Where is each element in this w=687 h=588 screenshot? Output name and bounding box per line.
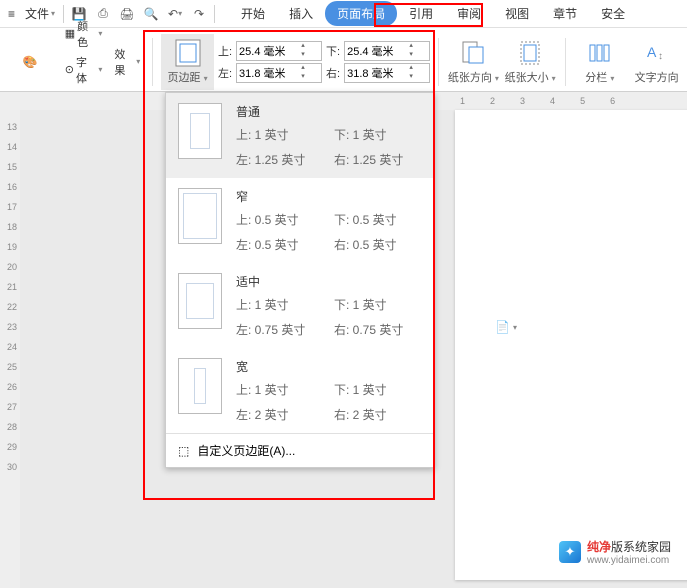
- spin-up-icon[interactable]: ▴: [405, 42, 417, 51]
- margin-left-label: 左:: [218, 65, 232, 81]
- file-menu[interactable]: 文件 ▾: [21, 5, 59, 22]
- separator: [214, 5, 215, 23]
- tab-插入[interactable]: 插入: [277, 1, 325, 26]
- watermark: ✦ 纯净版系统家园 www.yidaimei.com: [559, 538, 671, 566]
- preset-bottom: 下: 1 英寸: [334, 381, 422, 398]
- preset-icon: [178, 103, 222, 159]
- margin-top-label: 上:: [218, 43, 232, 59]
- spin-down-icon[interactable]: ▾: [405, 51, 417, 60]
- spin-up-icon[interactable]: ▴: [297, 42, 309, 51]
- margin-right-label: 右:: [326, 65, 340, 81]
- theme-color-button[interactable]: ▦ 颜色 ▾: [61, 17, 107, 51]
- preset-top: 上: 0.5 英寸: [236, 211, 324, 228]
- margin-preset-narrow[interactable]: 窄 上: 0.5 英寸 下: 0.5 英寸 左: 0.5 英寸 右: 0.5 英…: [166, 178, 434, 263]
- color-swatch-icon: ▦: [65, 27, 75, 40]
- custom-margins-button[interactable]: ⬚自定义页边距(A)...: [166, 433, 434, 467]
- preset-icon: [178, 188, 222, 244]
- preset-bottom: 下: 1 英寸: [334, 126, 422, 143]
- preset-icon: [178, 358, 222, 414]
- palette-icon: 🎨: [16, 48, 44, 76]
- spin-up-icon[interactable]: ▴: [405, 64, 417, 73]
- theme-font-button[interactable]: ⊙ 字体 ▾: [61, 53, 107, 87]
- tab-安全[interactable]: 安全: [589, 1, 637, 26]
- main-tabs: 开始插入页面布局引用审阅视图章节安全: [229, 1, 637, 26]
- preset-left: 左: 0.5 英寸: [236, 236, 324, 253]
- margin-preset-moderate[interactable]: 适中 上: 1 英寸 下: 1 英寸 左: 0.75 英寸 右: 0.75 英寸: [166, 263, 434, 348]
- preset-right: 右: 1.25 英寸: [334, 151, 422, 168]
- tab-审阅[interactable]: 审阅: [445, 1, 493, 26]
- document-page[interactable]: 📄▾: [455, 110, 687, 580]
- spin-down-icon[interactable]: ▾: [405, 73, 417, 82]
- margin-value-inputs: 上: ▴▾ 下: ▴▾ 左: ▴▾ 右: ▴▾: [218, 41, 430, 83]
- preset-right: 右: 0.5 英寸: [334, 236, 422, 253]
- paper-size-icon: [516, 39, 544, 67]
- preset-left: 左: 0.75 英寸: [236, 321, 324, 338]
- preset-top: 上: 1 英寸: [236, 296, 324, 313]
- preset-top: 上: 1 英寸: [236, 126, 324, 143]
- preset-left: 左: 2 英寸: [236, 406, 324, 423]
- svg-text:A: A: [647, 44, 657, 60]
- spin-down-icon[interactable]: ▾: [297, 51, 309, 60]
- preset-bottom: 下: 0.5 英寸: [334, 211, 422, 228]
- margin-bottom-input[interactable]: ▴▾: [344, 41, 430, 61]
- tab-引用[interactable]: 引用: [397, 1, 445, 26]
- print-icon[interactable]: 🖨: [116, 3, 138, 25]
- tab-开始[interactable]: 开始: [229, 1, 277, 26]
- preset-right: 右: 0.75 英寸: [334, 321, 422, 338]
- preset-bottom: 下: 1 英寸: [334, 296, 422, 313]
- preset-title: 适中: [236, 273, 422, 290]
- spin-up-icon[interactable]: ▴: [297, 64, 309, 73]
- tab-视图[interactable]: 视图: [493, 1, 541, 26]
- preset-left: 左: 1.25 英寸: [236, 151, 324, 168]
- separator: [438, 38, 439, 86]
- margin-preset-wide[interactable]: 宽 上: 1 英寸 下: 1 英寸 左: 2 英寸 右: 2 英寸: [166, 348, 434, 433]
- orientation-icon: [459, 39, 487, 67]
- tab-页面布局[interactable]: 页面布局: [325, 1, 397, 26]
- page-icon: 📄: [495, 320, 510, 334]
- margin-left-input[interactable]: ▴▾: [236, 63, 322, 83]
- theme-palette-button[interactable]: 🎨: [4, 34, 57, 90]
- columns-button[interactable]: 分栏 ▾: [573, 34, 626, 90]
- page-margins-button[interactable]: 页边距 ▾: [161, 34, 214, 90]
- watermark-logo-icon: ✦: [559, 541, 581, 563]
- hamburger-menu[interactable]: ≡: [4, 7, 19, 21]
- spin-down-icon[interactable]: ▾: [297, 73, 309, 82]
- preset-right: 右: 2 英寸: [334, 406, 422, 423]
- tab-章节[interactable]: 章节: [541, 1, 589, 26]
- preset-icon: [178, 273, 222, 329]
- margin-right-input[interactable]: ▴▾: [344, 63, 430, 83]
- margins-icon: [174, 39, 202, 67]
- separator: [565, 38, 566, 86]
- redo-icon[interactable]: ↷: [188, 3, 210, 25]
- text-direction-button[interactable]: A↕ 文字方向: [630, 34, 683, 90]
- preset-top: 上: 1 英寸: [236, 381, 324, 398]
- watermark-text: 纯净版系统家园 www.yidaimei.com: [587, 538, 671, 566]
- margin-presets-dropdown: 普通 上: 1 英寸 下: 1 英寸 左: 1.25 英寸 右: 1.25 英寸…: [165, 92, 435, 468]
- paper-size-button[interactable]: 纸张大小 ▾: [504, 34, 557, 90]
- page-setup-icon: ⬚: [178, 444, 189, 458]
- separator: [152, 38, 153, 86]
- preset-title: 窄: [236, 188, 422, 205]
- ruler-numbers: 131415161718192021222324252627282930: [7, 122, 17, 472]
- page-action-button[interactable]: 📄▾: [495, 320, 517, 334]
- font-icon: ⊙: [65, 63, 74, 76]
- preset-title: 宽: [236, 358, 422, 375]
- vertical-ruler: 131415161718192021222324252627282930: [0, 92, 20, 588]
- svg-text:↕: ↕: [658, 51, 663, 62]
- theme-effect-button[interactable]: 效果 ▾: [110, 45, 144, 79]
- undo-icon[interactable]: ↶ ▾: [164, 3, 186, 25]
- margin-bottom-label: 下:: [326, 43, 340, 59]
- margin-top-input[interactable]: ▴▾: [236, 41, 322, 61]
- ribbon: 🎨 ▦ 颜色 ▾ ⊙ 字体 ▾ 主题 ▾ 效果 ▾ 页边距 ▾ 上: ▴▾ 下:…: [0, 28, 687, 92]
- preview-icon[interactable]: 🔍: [140, 3, 162, 25]
- paper-orientation-button[interactable]: 纸张方向 ▾: [447, 34, 500, 90]
- preset-title: 普通: [236, 103, 422, 120]
- columns-icon: [586, 39, 614, 67]
- margin-preset-normal[interactable]: 普通 上: 1 英寸 下: 1 英寸 左: 1.25 英寸 右: 1.25 英寸: [166, 93, 434, 178]
- text-direction-icon: A↕: [643, 39, 671, 67]
